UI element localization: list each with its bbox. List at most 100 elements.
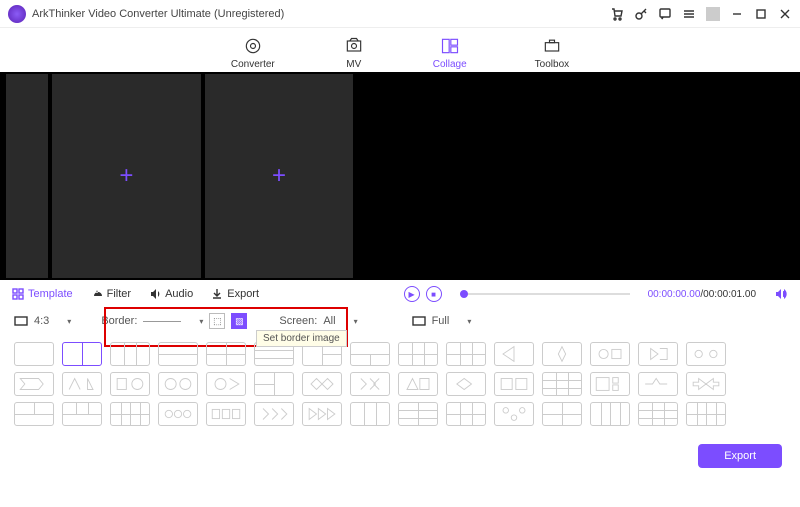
fullscreen-group: Full (412, 315, 472, 327)
preview-slot-4[interactable] (555, 74, 748, 278)
screen-label: Screen: (279, 315, 317, 327)
template-item[interactable] (398, 402, 438, 426)
nav-mv[interactable]: MV (343, 36, 365, 70)
nav-toolbox-label: Toolbox (535, 59, 569, 70)
border-group: Border: ⬚ ▨ (101, 313, 247, 329)
tab-template[interactable]: Template (12, 288, 73, 300)
border-style-dropdown[interactable] (143, 317, 203, 326)
aspect-ratio-dropdown[interactable]: 4:3 (14, 315, 71, 327)
separator (706, 7, 720, 21)
template-item[interactable] (494, 342, 534, 366)
tab-export-label: Export (227, 288, 259, 300)
template-item[interactable] (158, 372, 198, 396)
tab-template-label: Template (28, 288, 73, 300)
sub-nav: Template Filter Audio Export ▶ ■ 00:00:0… (0, 280, 800, 308)
play-button[interactable]: ▶ (404, 286, 420, 302)
template-item[interactable] (62, 372, 102, 396)
tab-audio-label: Audio (165, 288, 193, 300)
template-item[interactable] (446, 372, 486, 396)
footer: Export (0, 436, 800, 476)
tab-filter[interactable]: Filter (91, 288, 131, 300)
app-logo (8, 5, 26, 23)
preview-slot-edge-left[interactable] (6, 74, 48, 278)
template-item[interactable] (590, 402, 630, 426)
menu-icon[interactable] (682, 7, 696, 21)
template-item[interactable] (14, 402, 54, 426)
nav-toolbox[interactable]: Toolbox (535, 36, 569, 70)
nav-collage-label: Collage (433, 59, 467, 70)
template-item[interactable] (158, 402, 198, 426)
options-bar: 4:3 Border: ⬚ ▨ Set border image Screen:… (0, 308, 800, 334)
template-item[interactable] (398, 372, 438, 396)
close-button[interactable] (778, 7, 792, 21)
template-item[interactable] (590, 342, 630, 366)
preview-slot-3[interactable] (357, 74, 550, 278)
template-item[interactable] (590, 372, 630, 396)
template-item[interactable] (638, 342, 678, 366)
window-controls (610, 7, 792, 21)
nav-collage[interactable]: Collage (433, 36, 467, 70)
time-total: 00:00:01.00 (703, 289, 756, 300)
timeline-slider[interactable] (460, 293, 630, 295)
volume-icon[interactable] (774, 287, 788, 301)
template-item[interactable] (350, 342, 390, 366)
nav-converter[interactable]: Converter (231, 36, 275, 70)
tab-export[interactable]: Export (211, 288, 259, 300)
template-item[interactable] (686, 372, 726, 396)
template-item[interactable] (494, 402, 534, 426)
template-item[interactable] (14, 372, 54, 396)
preview-slot-edge-right[interactable] (752, 74, 794, 278)
fullscreen-dropdown[interactable]: Full (432, 315, 472, 327)
template-item[interactable] (110, 342, 150, 366)
cart-icon[interactable] (610, 7, 624, 21)
template-item[interactable] (350, 372, 390, 396)
nav-converter-label: Converter (231, 59, 275, 70)
maximize-button[interactable] (754, 7, 768, 21)
nav-mv-label: MV (346, 59, 361, 70)
feedback-icon[interactable] (658, 7, 672, 21)
template-item[interactable] (638, 372, 678, 396)
template-item[interactable] (542, 342, 582, 366)
template-item[interactable] (254, 402, 294, 426)
tooltip: Set border image (256, 330, 347, 347)
template-item[interactable] (350, 402, 390, 426)
template-item[interactable] (206, 402, 246, 426)
key-icon[interactable] (634, 7, 648, 21)
template-item[interactable] (206, 372, 246, 396)
template-item[interactable] (62, 402, 102, 426)
template-item[interactable] (398, 342, 438, 366)
template-item[interactable] (158, 342, 198, 366)
template-item[interactable] (542, 372, 582, 396)
template-item[interactable] (446, 402, 486, 426)
screen-group: Screen: All (279, 315, 357, 327)
template-item[interactable] (638, 402, 678, 426)
preview-slot-2[interactable]: + (205, 74, 354, 278)
preview-slot-1[interactable]: + (52, 74, 201, 278)
template-item[interactable] (110, 402, 150, 426)
template-item[interactable] (686, 342, 726, 366)
export-button[interactable]: Export (698, 444, 782, 468)
collage-preview: + + (0, 72, 800, 280)
template-item[interactable] (446, 342, 486, 366)
template-item[interactable] (206, 342, 246, 366)
titlebar: ArkThinker Video Converter Ultimate (Unr… (0, 0, 800, 28)
template-item[interactable] (542, 402, 582, 426)
template-item[interactable] (254, 372, 294, 396)
border-color-button[interactable]: ⬚ (209, 313, 225, 329)
template-item[interactable] (686, 402, 726, 426)
stop-button[interactable]: ■ (426, 286, 442, 302)
template-item[interactable] (62, 342, 102, 366)
template-item[interactable] (302, 372, 342, 396)
template-item[interactable] (110, 372, 150, 396)
tab-audio[interactable]: Audio (149, 288, 193, 300)
playback-controls: ▶ ■ (404, 286, 442, 302)
screen-dropdown[interactable]: All (323, 315, 357, 327)
template-item[interactable] (494, 372, 534, 396)
template-item[interactable] (14, 342, 54, 366)
tab-filter-label: Filter (107, 288, 131, 300)
main-nav: Converter MV Collage Toolbox (0, 28, 800, 72)
minimize-button[interactable] (730, 7, 744, 21)
border-image-button[interactable]: ▨ (231, 313, 247, 329)
template-item[interactable] (302, 402, 342, 426)
app-title: ArkThinker Video Converter Ultimate (Unr… (32, 8, 610, 20)
